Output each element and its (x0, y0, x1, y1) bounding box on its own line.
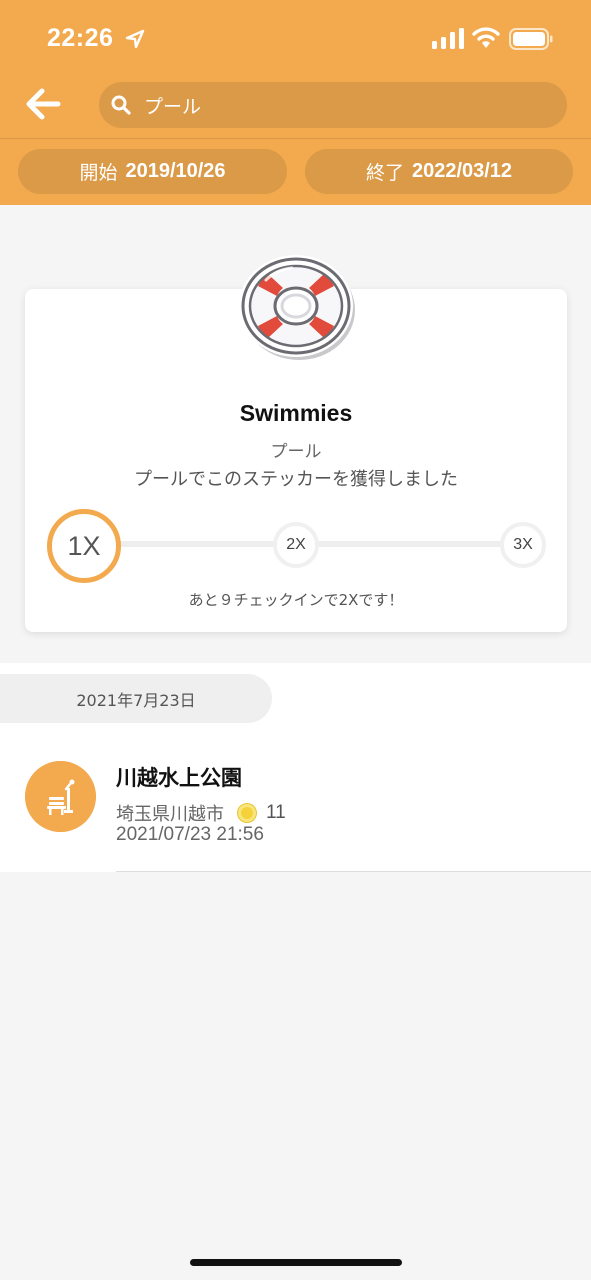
back-arrow-icon[interactable] (24, 86, 62, 122)
search-query[interactable]: プール (144, 92, 201, 119)
level-3x-badge: 3X (500, 522, 546, 568)
venue-location: 埼玉県川越市 (116, 804, 224, 825)
sticker-category: プール (270, 442, 322, 462)
location-arrow-icon (125, 29, 145, 49)
battery-icon (509, 28, 553, 50)
venue-points: 11 (266, 802, 286, 823)
end-date-value: 2022/03/12 (411, 160, 513, 182)
level-progress-note: あと９チェックインで2Xです！ (188, 591, 404, 609)
level-1x-badge: 1X (47, 509, 121, 583)
status-time: 22:26 (47, 24, 114, 52)
list-divider (116, 871, 591, 872)
checkin-date-header: 2021年7月23日 (0, 674, 272, 723)
sticker-name: Swimmies (239, 400, 353, 426)
venue-name: 川越水上公園 (116, 766, 242, 790)
coin-icon (238, 804, 256, 822)
life-ring-icon (239, 255, 355, 360)
level-2x-badge: 2X (273, 522, 319, 568)
wifi-icon (472, 27, 500, 48)
checkin-datetime: 2021/07/23 21:56 (116, 824, 264, 845)
end-date-label: 終了 (365, 162, 404, 184)
start-date-label: 開始 (79, 162, 118, 184)
sticker-description: プールでこのステッカーを獲得しました (134, 469, 458, 490)
park-bench-icon (25, 761, 96, 832)
start-date-value: 2019/10/26 (125, 160, 226, 182)
cellular-signal-icon (432, 28, 464, 49)
header-divider (0, 138, 591, 139)
start-date-button[interactable]: 開始 2019/10/26 (18, 149, 287, 194)
search-icon (111, 95, 131, 115)
home-indicator[interactable] (190, 1259, 402, 1266)
end-date-button[interactable]: 終了 2022/03/12 (305, 149, 573, 194)
venue-location-row: 埼玉県川越市 11 (116, 800, 286, 826)
